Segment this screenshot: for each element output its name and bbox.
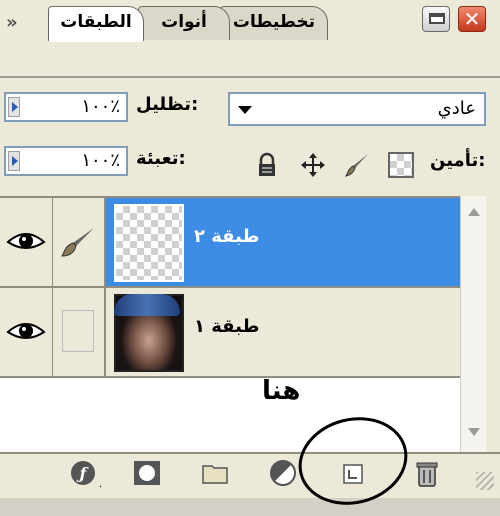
lock-all-icon[interactable] bbox=[254, 152, 280, 178]
fill-slider-arrow-icon[interactable] bbox=[8, 151, 20, 171]
panel-menu-chevron-icon[interactable]: » bbox=[6, 12, 18, 33]
annotation-text: هنا bbox=[262, 376, 301, 406]
eye-icon bbox=[6, 323, 46, 339]
adjustment-layer-icon[interactable] bbox=[268, 458, 298, 488]
brush-link-cell[interactable] bbox=[52, 198, 106, 286]
layer-row[interactable]: طبقة ١ bbox=[0, 288, 460, 378]
layer-style-icon[interactable]: ƒ. bbox=[70, 458, 102, 490]
visibility-toggle[interactable] bbox=[0, 198, 53, 286]
layer-2-selected[interactable]: طبقة ٢ bbox=[106, 198, 460, 286]
new-group-icon[interactable] bbox=[200, 458, 230, 488]
close-button[interactable]: ✕ bbox=[458, 6, 486, 32]
lock-transparent-icon[interactable] bbox=[388, 152, 414, 178]
chevron-down-icon bbox=[238, 106, 252, 114]
tab-layers[interactable]: الطبقات bbox=[48, 6, 144, 42]
link-cell[interactable] bbox=[52, 288, 106, 376]
resize-grip-icon[interactable] bbox=[476, 472, 494, 490]
brush-icon bbox=[61, 228, 94, 257]
trash-icon[interactable] bbox=[412, 458, 442, 488]
tab-channels[interactable]: أنوات bbox=[138, 6, 230, 40]
opacity-slider-arrow-icon[interactable] bbox=[8, 97, 20, 117]
layer-row[interactable]: طبقة ٢ bbox=[0, 198, 460, 288]
layer-mask-icon[interactable] bbox=[132, 458, 162, 488]
eye-icon bbox=[6, 233, 46, 249]
layer-thumbnail-photo bbox=[114, 294, 184, 372]
lock-label: تأمين: bbox=[430, 150, 486, 171]
fill-value: ١٠٠٪ bbox=[81, 150, 120, 171]
visibility-toggle[interactable] bbox=[0, 288, 53, 376]
blend-mode-select[interactable]: عادي bbox=[228, 92, 486, 126]
lock-paint-icon[interactable] bbox=[344, 152, 370, 178]
fill-field[interactable]: ١٠٠٪ bbox=[4, 146, 128, 176]
tab-bar bbox=[0, 38, 500, 78]
layers-list: طبقة ٢ طبقة ١ bbox=[0, 196, 460, 452]
layer-name: طبقة ٢ bbox=[194, 226, 260, 247]
minimize-button[interactable] bbox=[422, 6, 450, 32]
opacity-label: تظليل: bbox=[136, 94, 199, 115]
opacity-value: ١٠٠٪ bbox=[81, 96, 120, 117]
blend-mode-value: عادي bbox=[437, 98, 476, 119]
scroll-up-icon[interactable] bbox=[468, 208, 480, 216]
lock-move-icon[interactable] bbox=[300, 152, 326, 178]
opacity-field[interactable]: ١٠٠٪ bbox=[4, 92, 128, 122]
empty-link-box bbox=[62, 310, 94, 352]
layer-thumbnail-transparent bbox=[114, 204, 184, 282]
fill-label: تعبئة: bbox=[136, 148, 186, 169]
scroll-down-icon[interactable] bbox=[468, 428, 480, 436]
tab-paths[interactable]: تخطيطات bbox=[220, 6, 328, 40]
svg-text:.: . bbox=[99, 479, 102, 488]
layer-1[interactable]: طبقة ١ bbox=[106, 288, 460, 376]
vertical-scrollbar[interactable] bbox=[460, 196, 486, 452]
minimize-icon bbox=[429, 13, 445, 24]
layer-name: طبقة ١ bbox=[194, 316, 260, 337]
